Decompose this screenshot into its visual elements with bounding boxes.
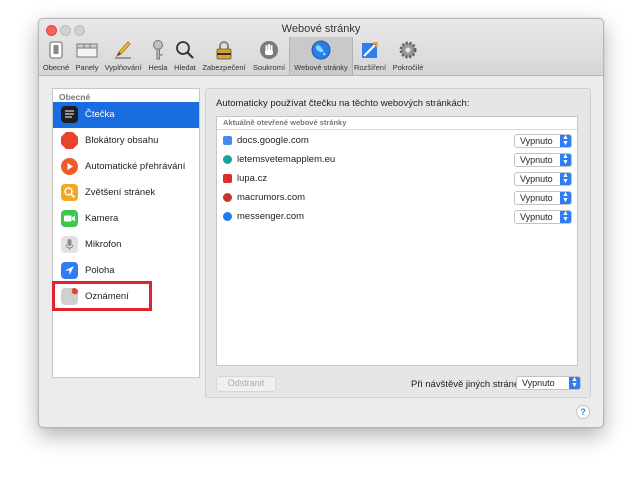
favicon-icon xyxy=(223,193,232,202)
play-icon xyxy=(61,158,78,175)
sidebar-item-mikrofon[interactable]: Mikrofon xyxy=(53,232,199,258)
chevron-updown-icon: ▲ ▼ xyxy=(560,134,571,147)
other-sites-dropdown[interactable]: Vypnuto ▲ ▼ xyxy=(516,376,581,390)
favicon-icon xyxy=(223,174,232,183)
site-url: docs.google.com xyxy=(237,135,309,146)
open-websites-list: Aktuálně otevřené webové stránky docs.go… xyxy=(216,116,578,366)
gear-icon xyxy=(399,41,417,59)
title-bar: Webové stránky Obecné Panely Vyplňování … xyxy=(39,19,603,76)
list-item: docs.google.com Vypnuto ▲ ▼ xyxy=(217,131,577,150)
list-item: macrumors.com Vypnuto ▲ ▼ xyxy=(217,188,577,207)
tab-obecne-label: Obecné xyxy=(42,63,70,72)
reader-settings-panel: Automaticky používat čtečku na těchto we… xyxy=(205,88,591,398)
tab-panely[interactable]: Panely xyxy=(73,37,101,75)
dropdown-value: Vypnuto xyxy=(520,174,553,184)
sidebar-item-label: Blokátory obsahu xyxy=(85,135,159,146)
tab-rozsireni-label: Rozšíření xyxy=(353,63,387,72)
tab-panely-label: Panely xyxy=(75,63,99,72)
camera-icon xyxy=(61,210,78,227)
tabs-icon xyxy=(76,43,98,58)
tab-obecne[interactable]: Obecné xyxy=(39,37,73,75)
key-icon xyxy=(153,40,163,60)
sidebar-item-ctecka[interactable]: Čtečka xyxy=(53,102,199,128)
window-title: Webové stránky xyxy=(281,23,361,35)
sidebar-item-label: Zvětšení stránek xyxy=(85,187,156,198)
annotation-highlight-box xyxy=(52,281,152,311)
microphone-icon xyxy=(61,236,78,253)
tab-zabezpeceni[interactable]: Zabezpečení xyxy=(199,37,249,75)
location-icon xyxy=(61,262,78,279)
sidebar: Obecné Čtečka Blokátory obsahu Automatic… xyxy=(52,88,200,378)
magnifier-icon xyxy=(176,41,194,59)
puzzle-icon xyxy=(362,42,378,58)
panel-heading: Automaticky používat čtečku na těchto we… xyxy=(216,98,470,109)
zoom-icon xyxy=(61,184,78,201)
sidebar-item-zvetseni-stranek[interactable]: Zvětšení stránek xyxy=(53,180,199,206)
reader-icon xyxy=(61,106,78,123)
list-item: lupa.cz Vypnuto ▲ ▼ xyxy=(217,169,577,188)
list-item: letemsvetemapplem.eu Vypnuto ▲ ▼ xyxy=(217,150,577,169)
sidebar-item-label: Čtečka xyxy=(85,109,115,120)
favicon-icon xyxy=(223,136,232,145)
tab-zabezpeceni-label: Zabezpečení xyxy=(202,63,246,72)
hand-icon xyxy=(260,41,278,59)
site-setting-dropdown[interactable]: Vypnuto ▲ ▼ xyxy=(514,210,572,224)
site-url: macrumors.com xyxy=(237,192,306,203)
list-header: Aktuálně otevřené webové stránky xyxy=(217,117,577,130)
sidebar-item-label: Kamera xyxy=(85,213,119,224)
site-setting-dropdown[interactable]: Vypnuto ▲ ▼ xyxy=(514,172,572,186)
dropdown-value: Vypnuto xyxy=(520,212,553,222)
dropdown-value: Vypnuto xyxy=(520,155,553,165)
switch-icon xyxy=(49,41,63,59)
remove-button[interactable]: Odstranit xyxy=(216,376,276,392)
favicon-icon xyxy=(223,212,232,221)
tab-pokrocile-label: Pokročilé xyxy=(392,63,424,72)
tab-hesla-label: Hesla xyxy=(148,63,168,72)
tab-pokrocile[interactable]: Pokročilé xyxy=(389,37,427,75)
sidebar-item-automaticke-prehravani[interactable]: Automatické přehrávání xyxy=(53,154,199,180)
sidebar-item-label: Poloha xyxy=(85,265,115,276)
tab-hledat-label: Hledat xyxy=(174,63,196,72)
site-setting-dropdown[interactable]: Vypnuto ▲ ▼ xyxy=(514,191,572,205)
globe-icon xyxy=(311,40,331,60)
tab-hesla[interactable]: Hesla xyxy=(145,37,171,75)
chevron-updown-icon: ▲ ▼ xyxy=(569,376,580,389)
tab-webove-stranky[interactable]: Webové stránky xyxy=(289,37,353,75)
tab-hledat[interactable]: Hledat xyxy=(171,37,199,75)
list-item: messenger.com Vypnuto ▲ ▼ xyxy=(217,207,577,226)
site-setting-dropdown[interactable]: Vypnuto ▲ ▼ xyxy=(514,134,572,148)
site-setting-dropdown[interactable]: Vypnuto ▲ ▼ xyxy=(514,153,572,167)
sidebar-header: Obecné xyxy=(59,92,91,102)
tab-vyplnovani-label: Vyplňování xyxy=(104,63,142,72)
site-url: lupa.cz xyxy=(237,173,268,184)
sidebar-item-label: Automatické přehrávání xyxy=(85,161,186,172)
chevron-updown-icon: ▲ ▼ xyxy=(560,191,571,204)
pencil-icon xyxy=(115,41,131,59)
sidebar-item-kamera[interactable]: Kamera xyxy=(53,206,199,232)
favicon-icon xyxy=(223,155,232,164)
sidebar-item-blokatory-obsahu[interactable]: Blokátory obsahu xyxy=(53,128,199,154)
sidebar-item-label: Mikrofon xyxy=(85,239,122,250)
stop-sign-icon xyxy=(61,132,78,149)
tab-rozsireni[interactable]: Rozšíření xyxy=(351,37,389,75)
other-sites-label: Při návštěvě jiných stránek: xyxy=(411,379,527,390)
site-url: messenger.com xyxy=(237,211,305,222)
tab-webove-stranky-label: Webové stránky xyxy=(294,63,348,72)
padlock-icon xyxy=(216,41,232,60)
preferences-content: Obecné Čtečka Blokátory obsahu Automatic… xyxy=(39,76,603,427)
chevron-updown-icon: ▲ ▼ xyxy=(560,172,571,185)
help-button[interactable]: ? xyxy=(576,405,590,419)
preferences-window: Webové stránky Obecné Panely Vyplňování … xyxy=(38,18,604,428)
dropdown-value: Vypnuto xyxy=(522,378,555,388)
tab-vyplnovani[interactable]: Vyplňování xyxy=(101,37,145,75)
dropdown-value: Vypnuto xyxy=(520,136,553,146)
tab-soukromi[interactable]: Soukromí xyxy=(249,37,289,75)
chevron-updown-icon: ▲ ▼ xyxy=(560,153,571,166)
chevron-updown-icon: ▲ ▼ xyxy=(560,210,571,223)
tab-soukromi-label: Soukromí xyxy=(252,63,286,72)
preferences-toolbar: Obecné Panely Vyplňování Hesla Hledat Za… xyxy=(39,37,603,75)
site-url: letemsvetemapplem.eu xyxy=(237,154,336,165)
dropdown-value: Vypnuto xyxy=(520,193,553,203)
